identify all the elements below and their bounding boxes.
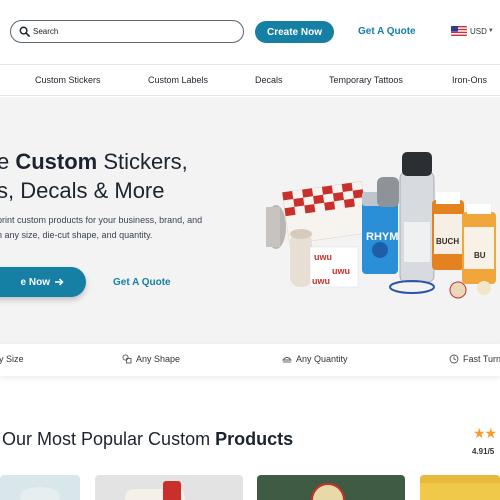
svg-text:BU: BU <box>474 251 486 260</box>
shapes-icon <box>122 354 132 364</box>
star-rating-icon: ★★ <box>473 425 497 441</box>
hero-quote-link[interactable]: Get A Quote <box>113 277 171 288</box>
hero-banner: e Custom Stickers, s, Decals & More prin… <box>0 97 500 344</box>
feature-fast-turnaround: Fast Turn <box>449 354 500 364</box>
stack-icon <box>282 357 292 363</box>
site-header: Create Now Get A Quote USD ▼ <box>0 0 500 64</box>
svg-text:RHYM: RHYM <box>366 231 398 243</box>
search-icon <box>19 26 30 37</box>
popular-products-heading: Our Most Popular Custom Products <box>2 429 294 449</box>
hero-title: e Custom Stickers, s, Decals & More <box>0 149 188 203</box>
product-card[interactable] <box>257 475 405 500</box>
svg-text:uwu: uwu <box>332 266 350 276</box>
nav-item-custom-labels[interactable]: Custom Labels <box>148 75 208 85</box>
us-flag-icon <box>451 26 467 36</box>
nav-item-decals[interactable]: Decals <box>255 75 283 85</box>
search-box[interactable] <box>10 20 244 43</box>
rating-score: 4.91/5 <box>472 447 495 456</box>
category-nav: Custom Stickers Custom Labels Decals Tem… <box>0 64 500 96</box>
nav-item-iron-ons[interactable]: Iron-Ons <box>452 75 487 85</box>
svg-text:BUCH: BUCH <box>436 237 459 246</box>
create-now-button[interactable]: Create Now <box>255 21 334 43</box>
hero-subtitle: print custom products for your business,… <box>0 215 203 240</box>
arrow-right-icon <box>55 278 64 286</box>
product-collage-image: uwuuwuuwu RHYM BUCH BU <box>266 152 496 299</box>
search-input[interactable] <box>33 24 233 39</box>
currency-selector[interactable]: USD ▼ <box>451 26 494 36</box>
feature-any-size: y Size <box>0 354 24 364</box>
product-card[interactable] <box>95 475 243 500</box>
feature-any-quantity: Any Quantity <box>282 354 348 364</box>
currency-label: USD <box>470 26 487 36</box>
svg-text:uwu: uwu <box>312 276 330 286</box>
chevron-down-icon: ▼ <box>487 28 494 34</box>
nav-item-custom-stickers[interactable]: Custom Stickers <box>35 75 101 85</box>
feature-any-shape: Any Shape <box>122 354 180 364</box>
svg-text:uwu: uwu <box>314 252 332 262</box>
get-quote-link[interactable]: Get A Quote <box>358 26 416 37</box>
hero-create-button[interactable]: e Now <box>0 267 86 297</box>
clock-icon <box>449 354 459 364</box>
product-card[interactable] <box>0 475 80 500</box>
product-card[interactable] <box>420 475 500 500</box>
nav-item-temporary-tattoos[interactable]: Temporary Tattoos <box>329 75 403 85</box>
feature-strip: y Size Any Shape Any Quantity Fast Turn <box>0 344 500 376</box>
